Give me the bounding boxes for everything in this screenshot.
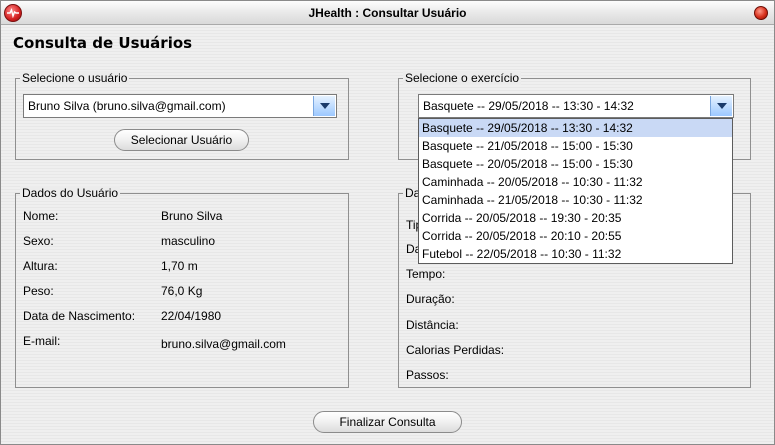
window-title: JHealth : Consultar Usuário	[308, 6, 467, 20]
exercise-combobox[interactable]: Basquete -- 29/05/2018 -- 13:30 - 14:32	[418, 94, 734, 118]
dropdown-option[interactable]: Basquete -- 21/05/2018 -- 15:00 - 15:30	[419, 137, 732, 155]
dropdown-option[interactable]: Basquete -- 29/05/2018 -- 13:30 - 14:32	[419, 119, 732, 137]
calories-label: Calorias Perdidas:	[406, 343, 505, 357]
height-label: Altura:	[23, 259, 58, 273]
app-window: JHealth : Consultar Usuário Consulta de …	[0, 0, 775, 445]
chevron-down-icon[interactable]	[313, 96, 335, 116]
chevron-down-icon[interactable]	[710, 96, 732, 116]
dropdown-option[interactable]: Caminhada -- 21/05/2018 -- 10:30 - 11:32	[419, 191, 732, 209]
user-combobox-value: Bruno Silva (bruno.silva@gmail.com)	[28, 99, 226, 113]
user-combobox[interactable]: Bruno Silva (bruno.silva@gmail.com)	[23, 94, 337, 118]
email-label: E-mail:	[23, 334, 61, 348]
email-value: bruno.silva@gmail.com	[161, 337, 286, 351]
weight-value: 76,0 Kg	[161, 284, 203, 298]
name-value: Bruno Silva	[161, 209, 223, 223]
sex-label: Sexo:	[23, 234, 54, 248]
height-value: 1,70 m	[161, 259, 198, 273]
title-bar[interactable]: JHealth : Consultar Usuário	[1, 1, 774, 25]
birthdate-value: 22/04/1980	[161, 309, 222, 323]
user-data-group: Dados do Usuário Nome: Bruno Silva Sexo:…	[15, 186, 349, 388]
dropdown-option[interactable]: Corrida -- 20/05/2018 -- 20:10 - 20:55	[419, 227, 732, 245]
page-title: Consulta de Usuários	[13, 34, 193, 52]
dropdown-option[interactable]: Caminhada -- 20/05/2018 -- 10:30 - 11:32	[419, 173, 732, 191]
distance-label: Distância:	[406, 318, 459, 332]
close-icon[interactable]	[754, 6, 768, 20]
user-select-legend: Selecione o usuário	[20, 71, 130, 85]
birthdate-label: Data de Nascimento:	[23, 309, 136, 323]
select-user-button[interactable]: Selecionar Usuário	[114, 129, 249, 151]
dropdown-option[interactable]: Futebol -- 22/05/2018 -- 10:30 - 11:32	[419, 245, 732, 263]
time-label: Tempo:	[406, 267, 446, 281]
dropdown-option[interactable]: Basquete -- 20/05/2018 -- 15:00 - 15:30	[419, 155, 732, 173]
exercise-select-legend: Selecione o exercício	[403, 71, 522, 85]
dropdown-option[interactable]: Corrida -- 20/05/2018 -- 19:30 - 20:35	[419, 209, 732, 227]
exercise-dropdown-list[interactable]: Basquete -- 29/05/2018 -- 13:30 - 14:32 …	[418, 118, 733, 264]
name-label: Nome:	[23, 209, 59, 223]
user-data-legend: Dados do Usuário	[20, 186, 121, 200]
steps-label: Passos:	[406, 368, 449, 382]
sex-value: masculino	[161, 234, 216, 248]
duration-label: Duração:	[406, 292, 455, 306]
user-select-group: Selecione o usuário Bruno Silva (bruno.s…	[15, 71, 349, 160]
finish-query-button[interactable]: Finalizar Consulta	[313, 411, 462, 433]
exercise-combobox-value: Basquete -- 29/05/2018 -- 13:30 - 14:32	[423, 99, 634, 113]
weight-label: Peso:	[23, 284, 54, 298]
